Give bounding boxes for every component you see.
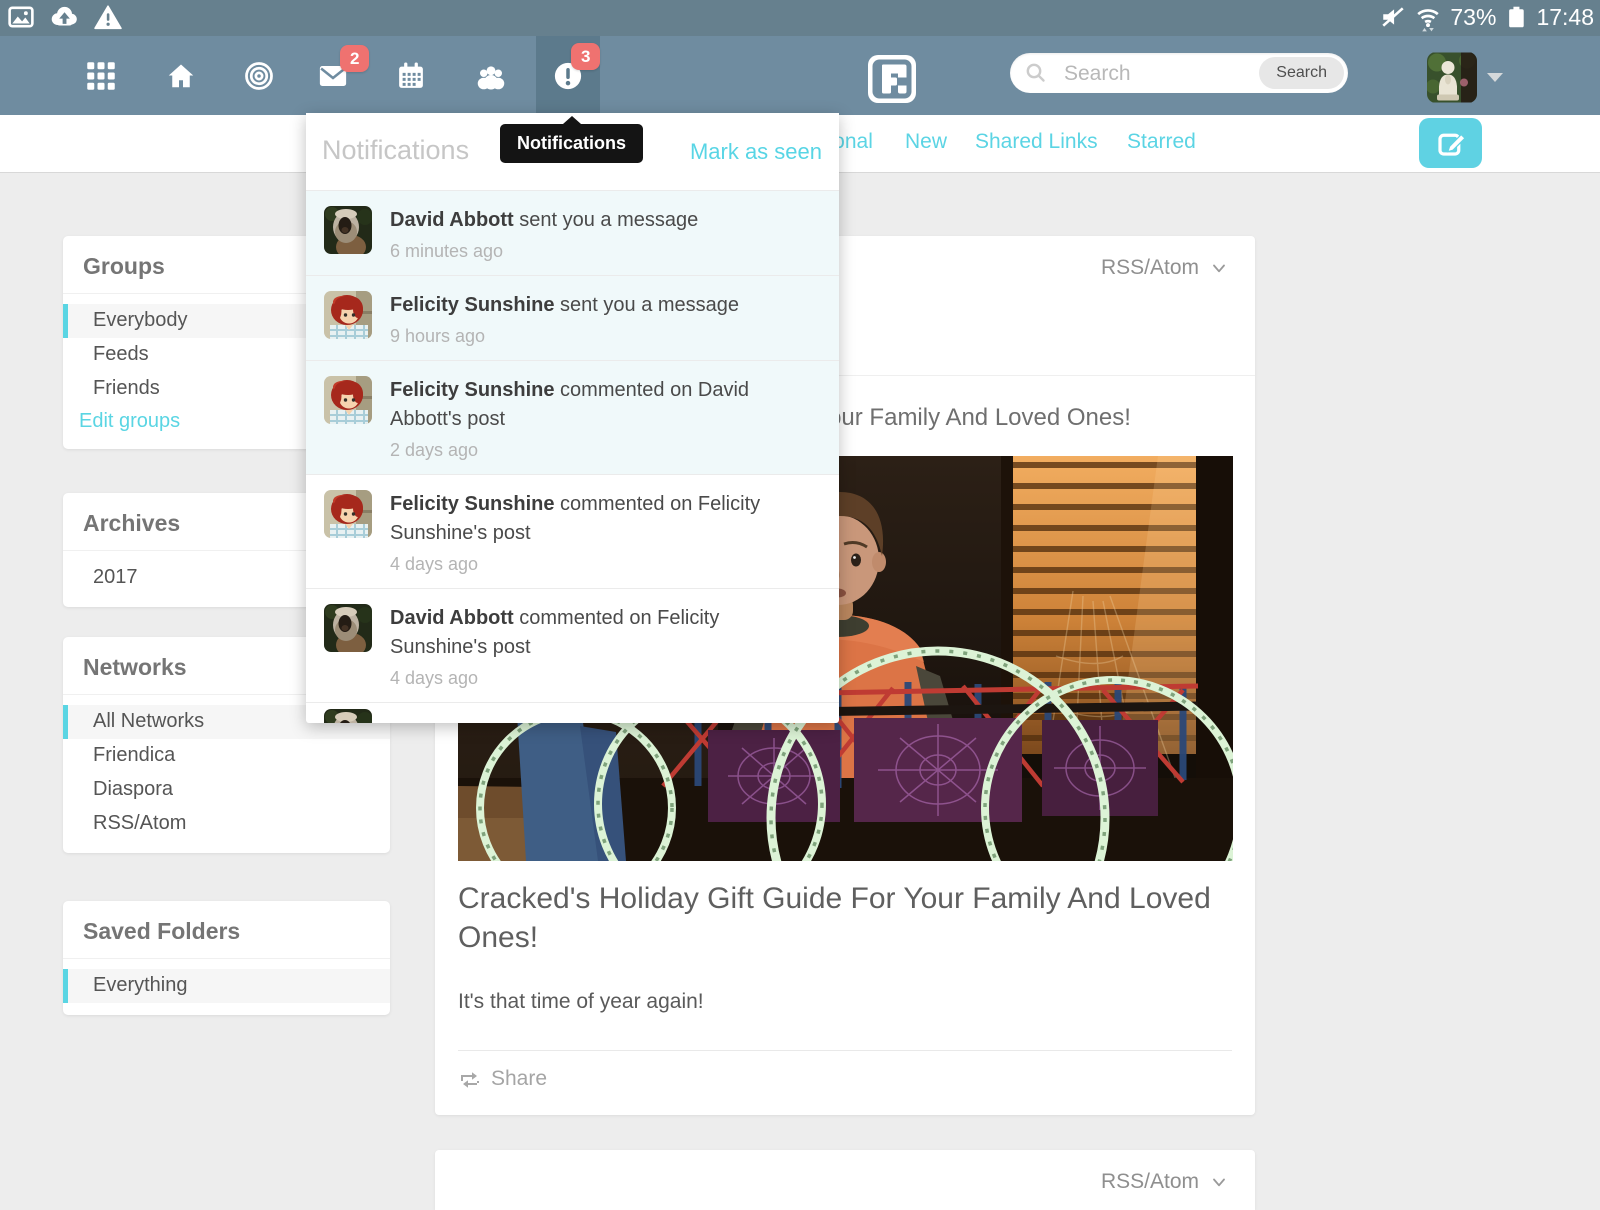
home-button[interactable] <box>149 36 213 115</box>
notification-actor: David Abbott <box>390 607 514 629</box>
battery-icon <box>1504 3 1528 31</box>
messages-badge: 2 <box>340 45 369 72</box>
caret-down-icon <box>1487 73 1503 82</box>
folder-everything[interactable]: Everything <box>63 969 390 1003</box>
home-icon <box>166 61 196 91</box>
avatar <box>324 291 372 339</box>
retweet-icon <box>458 1067 482 1091</box>
warning-icon <box>94 4 122 30</box>
post-network-label: RSS/Atom <box>1101 256 1199 280</box>
notification-item[interactable]: David Abbott commented on Felicity Sunsh… <box>306 588 839 702</box>
notification-item[interactable]: Felicity Sunshine commented on Felicity … <box>306 474 839 588</box>
notification-item[interactable]: Felicity Sunshine commented on David Abb… <box>306 360 839 474</box>
post2-network-select[interactable]: RSS/Atom <box>1101 1170 1229 1194</box>
circles-button[interactable] <box>227 36 291 115</box>
notification-action: sent you a message <box>519 209 698 231</box>
search-input[interactable] <box>1062 57 1266 91</box>
notification-item[interactable]: Felicity Sunshine sent you a message 9 h… <box>306 275 839 360</box>
search-box: Search <box>1010 53 1348 93</box>
notification-item[interactable]: David Abbott sent you a message 6 minute… <box>306 190 839 275</box>
notification-item[interactable] <box>306 702 839 716</box>
tab-starred[interactable]: Starred <box>1127 130 1196 154</box>
share-button[interactable]: Share <box>458 1067 1232 1115</box>
tab-new[interactable]: New <box>905 130 947 154</box>
post-card-2: RSS/Atom <box>435 1150 1255 1210</box>
apps-grid-icon <box>86 61 116 91</box>
contacts-button[interactable] <box>459 36 523 115</box>
wifi-icon <box>1414 2 1442 32</box>
avatar <box>1427 52 1477 103</box>
notifications-tooltip: Notifications <box>500 124 643 163</box>
avatar <box>324 709 372 723</box>
calendar-button[interactable] <box>379 36 443 115</box>
top-navbar: 2 3 Search <box>0 36 1600 115</box>
user-menu-button[interactable] <box>1427 52 1501 104</box>
gallery-icon <box>8 4 34 30</box>
avatar <box>324 376 372 424</box>
saved-folders-panel: Saved Folders Everything <box>63 901 390 1015</box>
notification-actor: Felicity Sunshine <box>390 379 554 401</box>
notification-time: 2 days ago <box>390 439 799 461</box>
notifications-badge: 3 <box>571 43 600 70</box>
target-icon <box>244 61 274 91</box>
friendica-logo[interactable] <box>868 55 916 103</box>
apps-grid-button[interactable] <box>69 36 133 115</box>
share-label: Share <box>491 1067 547 1091</box>
compose-icon <box>1436 128 1466 158</box>
notification-action: sent you a message <box>560 294 739 316</box>
network-diaspora[interactable]: Diaspora <box>63 773 390 807</box>
search-icon <box>1024 61 1048 85</box>
notification-time: 9 hours ago <box>390 325 799 347</box>
post2-network-label: RSS/Atom <box>1101 1170 1199 1194</box>
network-rss-atom[interactable]: RSS/Atom <box>63 807 390 841</box>
notification-actor: Felicity Sunshine <box>390 493 554 515</box>
notification-actor: David Abbott <box>390 209 514 231</box>
mute-icon <box>1380 4 1406 30</box>
post-network-select[interactable]: RSS/Atom <box>1101 256 1229 280</box>
mark-as-seen-link[interactable]: Mark as seen <box>690 139 822 165</box>
notifications-panel-title: Notifications <box>322 135 469 166</box>
notification-time: 6 minutes ago <box>390 240 799 262</box>
cloud-upload-icon <box>48 4 80 30</box>
people-icon <box>475 61 507 91</box>
calendar-icon <box>396 61 426 91</box>
notification-time: 4 days ago <box>390 667 799 689</box>
avatar <box>324 604 372 652</box>
tab-shared-links[interactable]: Shared Links <box>975 130 1098 154</box>
notification-actor: Felicity Sunshine <box>390 294 554 316</box>
saved-folders-title: Saved Folders <box>63 901 390 959</box>
attachment-title: Cracked's Holiday Gift Guide For Your Fa… <box>458 879 1232 957</box>
notifications-panel: Notifications Mark as seen David Abbott … <box>306 113 839 723</box>
post-divider <box>458 1050 1232 1051</box>
network-friendica[interactable]: Friendica <box>63 739 390 773</box>
compose-button[interactable] <box>1419 118 1482 168</box>
chevron-down-icon <box>1209 1172 1229 1192</box>
search-button[interactable]: Search <box>1259 57 1344 89</box>
avatar <box>324 206 372 254</box>
post-body: It's that time of year again! <box>458 990 1232 1014</box>
clock: 17:48 <box>1536 4 1594 31</box>
chevron-down-icon <box>1209 258 1229 278</box>
avatar <box>324 490 372 538</box>
battery-percent: 73% <box>1450 4 1496 31</box>
notification-time: 4 days ago <box>390 553 799 575</box>
status-bar: 73% 17:48 <box>0 0 1600 36</box>
